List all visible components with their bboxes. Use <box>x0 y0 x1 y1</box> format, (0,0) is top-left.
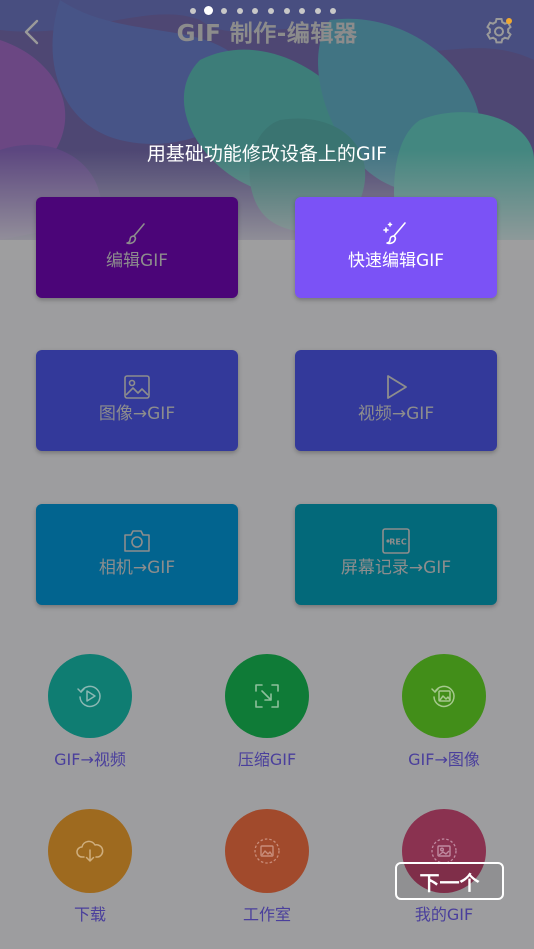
studio-icon <box>254 838 280 864</box>
page-indicator <box>0 6 534 16</box>
compress-icon <box>255 684 279 708</box>
studio-label: 工作室 <box>242 905 291 924</box>
card-label: 编辑GIF <box>106 251 168 271</box>
card-label: 图像→GIF <box>98 404 176 424</box>
cloud-download-icon <box>76 840 104 862</box>
onboarding-subtitle: 用基础功能修改设备上的GIF <box>146 143 388 165</box>
compress-gif-label: 压缩GIF <box>237 750 297 769</box>
studio-button[interactable] <box>225 809 309 893</box>
compress-gif-button[interactable] <box>225 654 309 738</box>
brush-sparkle-icon <box>383 222 406 245</box>
replay-image-icon <box>431 685 455 708</box>
download-button[interactable] <box>48 809 132 893</box>
brush-icon <box>126 223 145 245</box>
camera-icon <box>124 530 150 552</box>
page-dot <box>330 8 337 14</box>
page-dot <box>299 8 306 14</box>
page-dot <box>283 8 290 14</box>
gif-to-image-label: GIF→图像 <box>408 750 480 769</box>
gif-to-image-button[interactable] <box>402 654 486 738</box>
card-label: 相机→GIF <box>98 558 176 578</box>
download-label: 下载 <box>73 905 106 924</box>
my-gif-label: 我的GIF <box>414 905 474 924</box>
card-label: 视频→GIF <box>357 404 435 424</box>
rec-icon: REC <box>382 528 410 554</box>
page-dot <box>190 8 196 14</box>
card-screen-record-to-gif[interactable]: REC 屏幕记录→GIF <box>295 504 497 605</box>
page-dot <box>268 8 274 14</box>
play-icon <box>387 375 407 399</box>
image-icon <box>124 375 150 399</box>
gear-icon[interactable] <box>482 15 516 49</box>
gif-to-video-label: GIF→视频 <box>54 750 126 769</box>
page-dot <box>236 8 243 14</box>
replay-video-icon <box>77 685 101 708</box>
card-video-to-gif[interactable]: 视频→GIF <box>295 350 497 451</box>
page-dot <box>221 8 228 14</box>
card-label: 屏幕记录→GIF <box>340 558 452 578</box>
card-camera-to-gif[interactable]: 相机→GIF <box>36 504 238 605</box>
svg-text:REC: REC <box>389 538 407 547</box>
page-dot <box>314 8 321 14</box>
gif-to-video-button[interactable] <box>48 654 132 738</box>
next-button[interactable]: 下一个 <box>395 862 504 900</box>
card-edit-gif[interactable]: 编辑GIF <box>36 197 238 298</box>
page-title: GIF 制作-编辑器 <box>176 21 358 47</box>
card-label: 快速编辑GIF <box>348 251 444 271</box>
page-dot <box>252 8 259 14</box>
notification-badge <box>506 18 512 24</box>
page-dot <box>204 6 214 15</box>
card-quick-edit-gif[interactable]: 快速编辑GIF <box>295 197 497 298</box>
card-image-to-gif[interactable]: 图像→GIF <box>36 350 238 451</box>
